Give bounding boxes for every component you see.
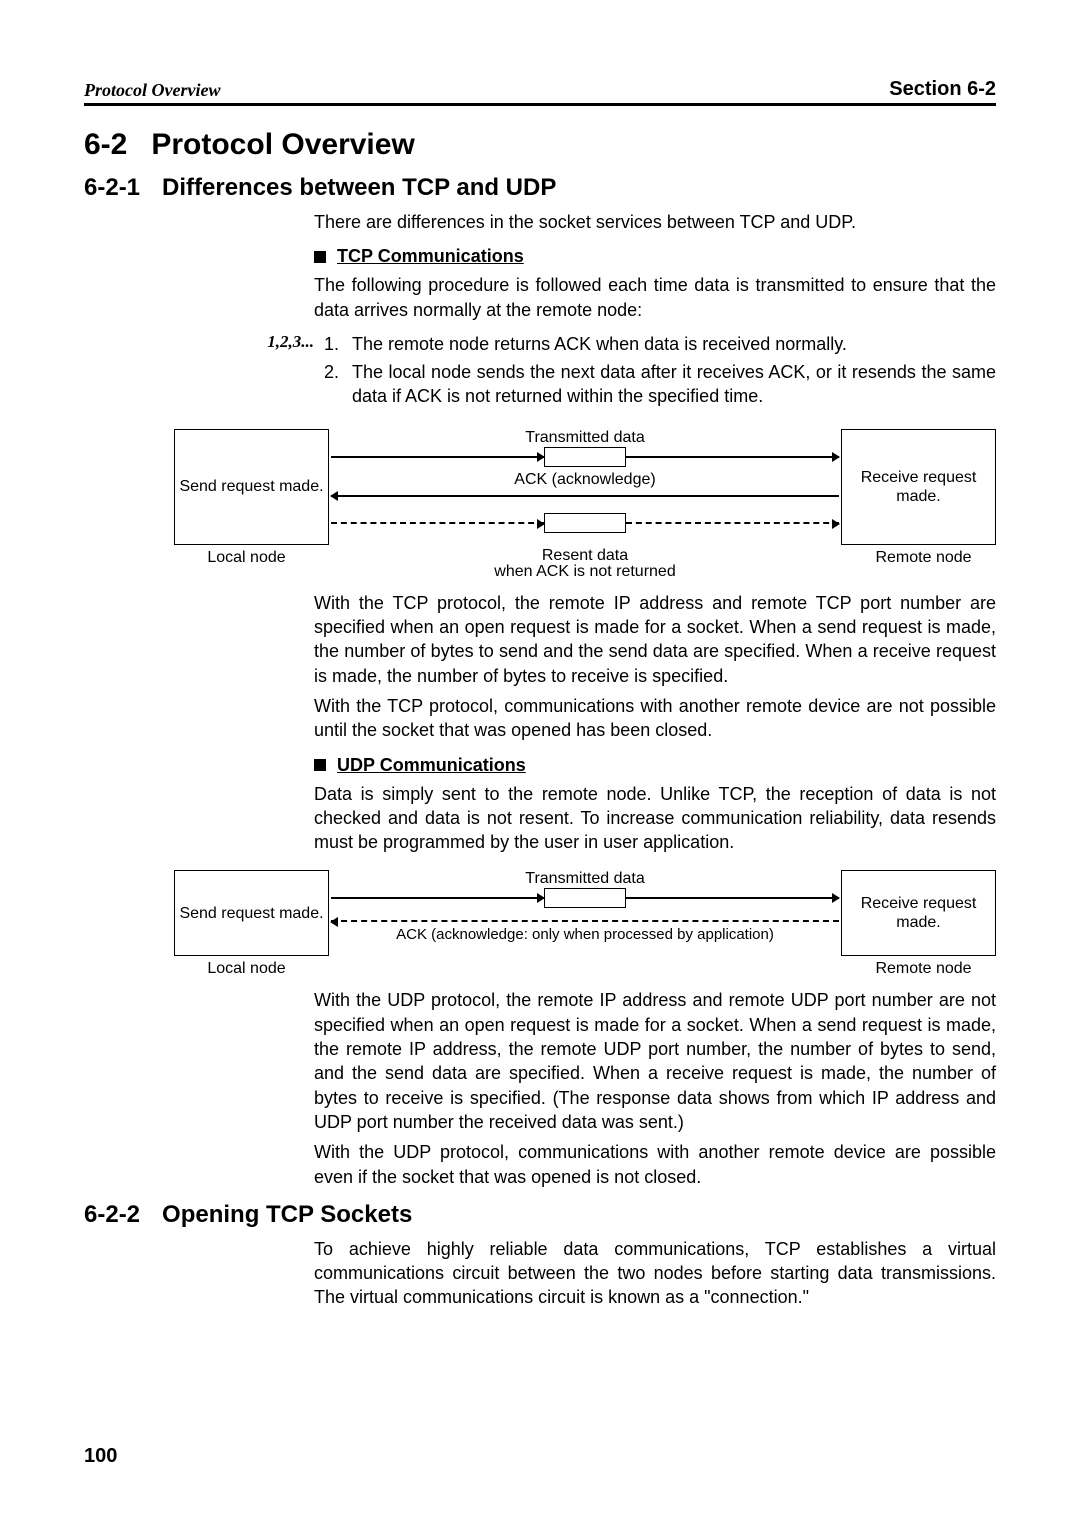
- heading-6-2-2: 6-2-2 Opening TCP Sockets: [84, 1201, 996, 1229]
- diagram-label-resent-b: when ACK is not returned: [319, 563, 851, 581]
- remote-node-caption: Remote node: [851, 960, 996, 978]
- step-text: The local node sends the next data after…: [352, 360, 996, 409]
- opening-tcp-paragraph: To achieve highly reliable data communic…: [314, 1237, 996, 1310]
- heading-6-2-1: 6-2-1 Differences between TCP and UDP: [84, 174, 996, 202]
- heading-number: 6-2: [84, 128, 127, 162]
- square-bullet-icon: [314, 251, 326, 263]
- udp-paragraph-1: With the UDP protocol, the remote IP add…: [314, 988, 996, 1134]
- heading-number: 6-2-2: [84, 1201, 140, 1229]
- tcp-subheading: TCP Communications: [314, 246, 996, 267]
- udp-subheading: UDP Communications: [314, 755, 996, 776]
- data-packet-icon: [544, 513, 626, 533]
- running-header: Protocol Overview Section 6-2: [84, 78, 996, 106]
- step-number: 2.: [324, 360, 352, 409]
- step-item: 1. The remote node returns ACK when data…: [324, 332, 996, 356]
- running-head-left: Protocol Overview: [84, 80, 220, 101]
- remote-node-caption: Remote node: [851, 549, 996, 581]
- local-node-box: Send request made.: [174, 870, 329, 956]
- local-node-caption: Local node: [174, 960, 319, 978]
- running-head-right: Section 6-2: [889, 78, 996, 101]
- step-text: The remote node returns ACK when data is…: [352, 332, 996, 356]
- heading-title: Protocol Overview: [151, 128, 414, 162]
- page-number: 100: [84, 1445, 117, 1468]
- remote-node-box: Receive request made.: [841, 870, 996, 956]
- tcp-paragraph-2: With the TCP protocol, communications wi…: [314, 694, 996, 743]
- local-node-caption: Local node: [174, 549, 319, 581]
- step-number: 1.: [324, 332, 352, 356]
- tcp-diagram: Send request made. Transmitted data ACK …: [174, 429, 996, 581]
- heading-title: Opening TCP Sockets: [162, 1201, 412, 1229]
- square-bullet-icon: [314, 759, 326, 771]
- udp-paragraph-2: With the UDP protocol, communications wi…: [314, 1140, 996, 1189]
- tcp-subheading-text: TCP Communications: [337, 246, 524, 266]
- steps-label: 1,2,3...: [226, 332, 324, 413]
- data-packet-icon: [544, 447, 626, 467]
- udp-subheading-text: UDP Communications: [337, 755, 526, 775]
- local-node-box: Send request made.: [174, 429, 329, 545]
- diagram-label-transmitted: Transmitted data: [329, 429, 841, 447]
- diagram-label-ack: ACK (acknowledge): [329, 471, 841, 489]
- tcp-paragraph-1: With the TCP protocol, the remote IP add…: [314, 591, 996, 688]
- remote-node-box: Receive request made.: [841, 429, 996, 545]
- diagram-label-ack: ACK (acknowledge: only when processed by…: [329, 926, 841, 943]
- intro-paragraph: There are differences in the socket serv…: [314, 210, 996, 234]
- heading-number: 6-2-1: [84, 174, 140, 202]
- udp-intro-paragraph: Data is simply sent to the remote node. …: [314, 782, 996, 855]
- tcp-intro-paragraph: The following procedure is followed each…: [314, 273, 996, 322]
- data-packet-icon: [544, 888, 626, 908]
- step-item: 2. The local node sends the next data af…: [324, 360, 996, 409]
- heading-title: Differences between TCP and UDP: [162, 174, 556, 202]
- udp-diagram: Send request made. Transmitted data ACK …: [174, 870, 996, 978]
- heading-6-2: 6-2 Protocol Overview: [84, 128, 996, 162]
- diagram-label-transmitted: Transmitted data: [329, 870, 841, 888]
